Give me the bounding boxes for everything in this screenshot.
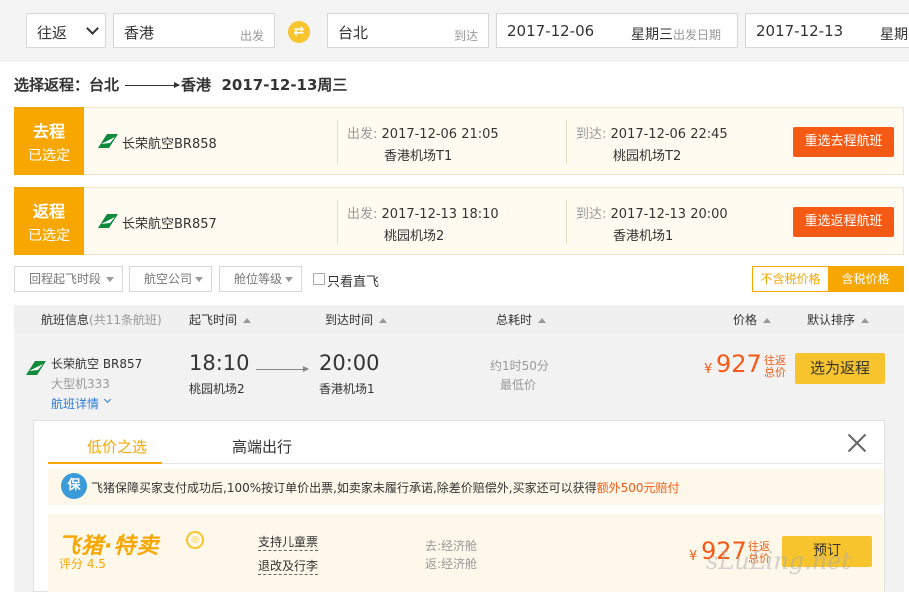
leg-tag: 去程 已选定 (14, 107, 84, 175)
refund-baggage-link[interactable]: 退改及行李 (258, 557, 319, 575)
eva-air-logo-icon (26, 361, 46, 375)
leg-arrival-airport: 桃园机场T2 (613, 149, 682, 164)
selected-return-leg: 返程 已选定 长荣航空BR857 出发: 2017-12-13 18:10 桃园… (14, 187, 904, 255)
flight-departure-time: 18:10 (189, 351, 250, 375)
flight-price-currency: ¥ (704, 362, 713, 377)
child-ticket-link[interactable]: 支持儿童票 (258, 533, 319, 551)
column-duration-sort[interactable]: 总耗时 (496, 311, 547, 328)
rebook-return-button[interactable]: 重选返程航班 (793, 207, 894, 237)
sort-arrow-icon (243, 318, 252, 323)
tab-low-price[interactable]: 低价之选 (87, 436, 147, 457)
eva-air-logo-icon (98, 214, 118, 228)
seller-rating: 评分 4.5 (59, 557, 106, 571)
from-city-suffix: 出发 (239, 29, 264, 43)
flight-airline: 长荣航空 BR857 (51, 357, 143, 371)
page-title: 选择返程：台北 香港 2017-12-13周三 (14, 76, 348, 94)
return-cabin: 返:经济舱 (425, 557, 478, 571)
flight-departure-airport: 桃园机场2 (189, 382, 245, 396)
leg-airline: 长荣航空BR857 (122, 217, 217, 232)
leg-departure-airport: 香港机场T1 (384, 149, 453, 164)
filter-departure-time[interactable]: 回程起飞时段 (14, 266, 123, 292)
return-date-input[interactable]: 2017-12-13 星期 (745, 13, 909, 48)
filter-airline[interactable]: 航空公司 (129, 266, 212, 292)
to-city-value: 台北 (338, 24, 369, 42)
column-price-sort[interactable]: 价格 (733, 311, 772, 328)
guarantee-text: 飞猪保障买家支付成功后,100%按订单价出票,如卖家未履行承诺,除差价赔偿外,买… (91, 481, 680, 495)
flight-price: 927 (716, 350, 762, 378)
filter-cabin-class[interactable]: 舱位等级 (219, 266, 302, 292)
offer-price-currency: ¥ (689, 549, 698, 564)
close-icon[interactable] (846, 432, 868, 454)
sort-arrow-icon (763, 318, 772, 323)
eva-air-logo-icon (98, 134, 118, 148)
depart-date-value: 2017-12-06 (507, 22, 595, 40)
lowest-price-badge: 最低价 (500, 378, 537, 392)
column-departure-sort[interactable]: 起飞时间 (189, 311, 252, 328)
sort-arrow-icon (861, 318, 870, 323)
shield-icon: 保 (61, 473, 87, 499)
flight-arrival-airport: 香港机场1 (319, 382, 375, 396)
leg-arrival-airport: 香港机场1 (613, 229, 674, 244)
leg-airline: 长荣航空BR858 (122, 137, 217, 152)
to-city-suffix: 到达 (453, 29, 478, 43)
direct-only-checkbox[interactable] (313, 273, 325, 285)
leg-tag: 返程 已选定 (14, 187, 84, 255)
flight-price-tag: 往返 总价 (764, 354, 786, 379)
sort-arrow-icon (379, 318, 388, 323)
tab-premium[interactable]: 高端出行 (232, 436, 292, 457)
from-city-input[interactable]: 香港 出发 (113, 13, 275, 48)
tax-price-toggle: 不含税价格 含税价格 (752, 266, 904, 292)
leg-departure-airport: 桃园机场2 (384, 229, 445, 244)
active-tab-indicator (48, 462, 162, 464)
flight-duration: 约1时50分 (490, 359, 549, 373)
flight-aircraft: 大型机333 (51, 377, 110, 391)
tax-included-option[interactable]: 含税价格 (828, 267, 903, 291)
arrow-right-icon (256, 366, 309, 372)
return-dow: 星期 (880, 27, 908, 43)
leg-arrival: 到达: 2017-12-13 20:00 (576, 207, 728, 222)
column-arrival-sort[interactable]: 到达时间 (325, 311, 388, 328)
trip-type-value: 往返 (37, 24, 68, 42)
depart-dow: 星期三出发日期 (631, 27, 722, 43)
chevron-down-icon (86, 22, 99, 35)
leg-departure: 出发: 2017-12-13 18:10 (347, 207, 499, 222)
watermark: sLuLing.net (706, 547, 852, 575)
trip-type-select[interactable]: 往返 (26, 13, 106, 48)
sort-arrow-icon (538, 318, 547, 323)
depart-date-input[interactable]: 2017-12-06 星期三出发日期 (496, 13, 738, 48)
direct-only-label: 只看直飞 (327, 275, 380, 290)
rebook-outbound-button[interactable]: 重选去程航班 (793, 127, 894, 157)
swap-cities-icon[interactable]: ⇄ (288, 21, 310, 43)
return-date-value: 2017-12-13 (756, 22, 844, 40)
from-city-value: 香港 (124, 24, 155, 42)
selected-outbound-leg: 去程 已选定 长荣航空BR858 出发: 2017-12-06 21:05 香港… (14, 107, 904, 175)
leg-arrival: 到达: 2017-12-06 22:45 (576, 127, 728, 142)
arrow-right-icon (125, 82, 181, 88)
leg-departure: 出发: 2017-12-06 21:05 (347, 127, 499, 142)
select-return-button[interactable]: 选为返程 (795, 353, 885, 384)
column-default-sort[interactable]: 默认排序 (807, 311, 870, 328)
to-city-input[interactable]: 台北 到达 (327, 13, 489, 48)
flight-details-link[interactable]: 航班详情 (51, 395, 99, 412)
badge-icon: ◎ (186, 531, 204, 549)
flight-arrival-time: 20:00 (319, 351, 380, 375)
column-flight-info: 航班信息(共11条航班) (41, 313, 162, 327)
outbound-cabin: 去:经济舱 (425, 539, 478, 553)
tax-excluded-option[interactable]: 不含税价格 (753, 267, 828, 291)
